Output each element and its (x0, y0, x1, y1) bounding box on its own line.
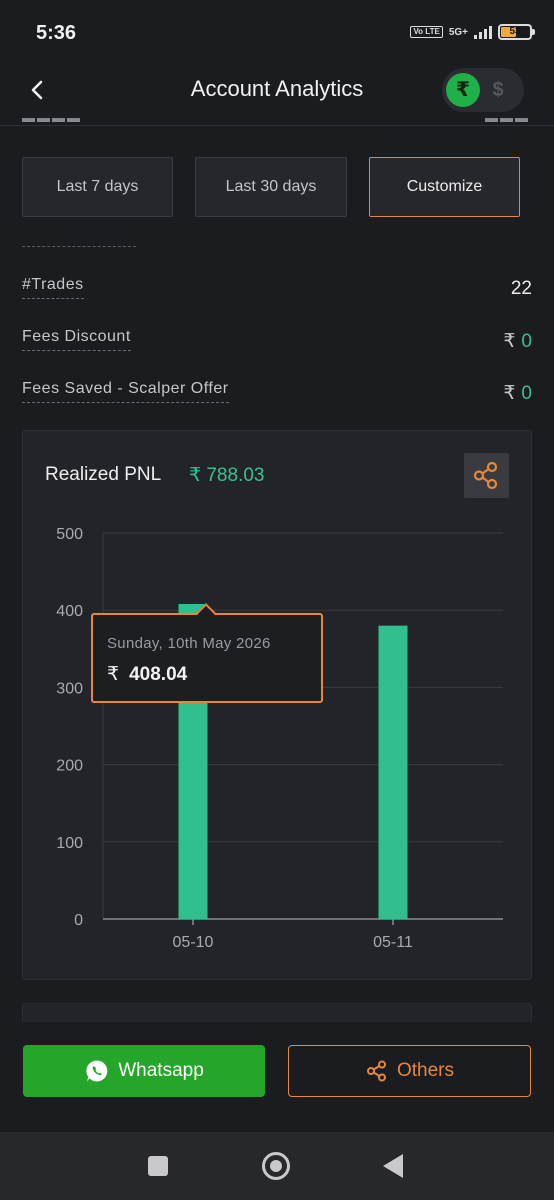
share-icon (366, 1060, 386, 1082)
system-nav-bar (0, 1132, 554, 1200)
metric-label: Fees Discount (22, 328, 131, 351)
metric-value-wrap: ₹0 (503, 382, 532, 405)
currency-toggle[interactable]: ₹ $ (442, 68, 524, 112)
metric-value: 22 (510, 278, 532, 299)
pnl-bar-chart: 0 100 200 300 400 500 05-10 05-11 (56, 526, 503, 951)
tooltip-value: 408.04 (129, 664, 188, 685)
y-tick-label: 400 (56, 603, 83, 620)
signal-icon (474, 25, 492, 39)
rupee-icon: ₹ (107, 664, 120, 685)
app-header: Account Analytics ₹ $ (0, 66, 554, 126)
battery-icon: 53 (498, 24, 535, 40)
filter-last-7-days[interactable]: Last 7 days (22, 157, 173, 217)
others-label: Others (396, 1060, 455, 1081)
filter-customize[interactable]: Customize (369, 157, 520, 217)
metric-trades: #Trades 22 (22, 276, 532, 306)
y-tick-label: 100 (56, 835, 83, 852)
rupee-icon[interactable]: ₹ (446, 73, 480, 107)
share-bar: Whatsapp Others (0, 1022, 554, 1132)
recents-button[interactable] (148, 1156, 168, 1176)
tooltip-value-wrap: ₹408.04 (107, 663, 187, 686)
volte-icon: Vo LTE (410, 26, 443, 38)
metric-label: Fees Saved - Scalper Offer (22, 380, 229, 403)
network-type: 5G+ (448, 26, 468, 38)
realized-pnl-card: Realized PNL ₹ 788.03 0 100 200 300 400 500 05… (22, 430, 532, 980)
scrolled-row-value: ▬▬▬ (450, 118, 530, 130)
others-share-button[interactable]: Others (288, 1045, 531, 1097)
y-tick-label: 200 (56, 758, 83, 775)
scrolled-row-label: ▬▬▬▬ (22, 118, 102, 130)
tooltip-date: Sunday, 10th May 2026 (107, 635, 271, 652)
x-tick-label: 05-10 (173, 934, 214, 951)
chart-tooltip: Sunday, 10th May 2026 ₹408.04 (91, 603, 323, 703)
rupee-icon: ₹ (503, 383, 516, 404)
battery-level: 53 (509, 26, 521, 37)
date-filter-group: Last 7 days Last 30 days Customize (22, 157, 520, 217)
home-button[interactable] (262, 1152, 290, 1180)
y-tick-label: 300 (56, 680, 83, 697)
status-time: 5:36 (36, 22, 77, 44)
metric-label: #Trades (22, 276, 84, 299)
filter-last-30-days[interactable]: Last 30 days (195, 157, 347, 217)
metric-value-wrap: ₹0 (503, 330, 532, 353)
whatsapp-label: Whatsapp (118, 1060, 204, 1081)
metric-value: 0 (521, 331, 532, 352)
status-icons: Vo LTE 5G+ 53 (410, 24, 535, 40)
system-back-button[interactable] (383, 1154, 403, 1178)
dollar-icon[interactable]: $ (484, 73, 512, 107)
y-tick-label: 500 (56, 526, 83, 543)
divider (22, 246, 136, 247)
metric-fees-saved: Fees Saved - Scalper Offer ₹0 (22, 380, 532, 410)
metric-fees-discount: Fees Discount ₹0 (22, 328, 532, 358)
whatsapp-icon (86, 1060, 108, 1082)
chart-bar (378, 625, 408, 919)
rupee-icon: ₹ (503, 331, 516, 352)
metric-value: 0 (521, 383, 532, 404)
status-bar: 5:36 Vo LTE 5G+ 53 (0, 0, 554, 66)
whatsapp-share-button[interactable]: Whatsapp (23, 1045, 265, 1097)
x-tick-label: 05-11 (373, 934, 413, 951)
y-tick-label: 0 (74, 912, 83, 929)
